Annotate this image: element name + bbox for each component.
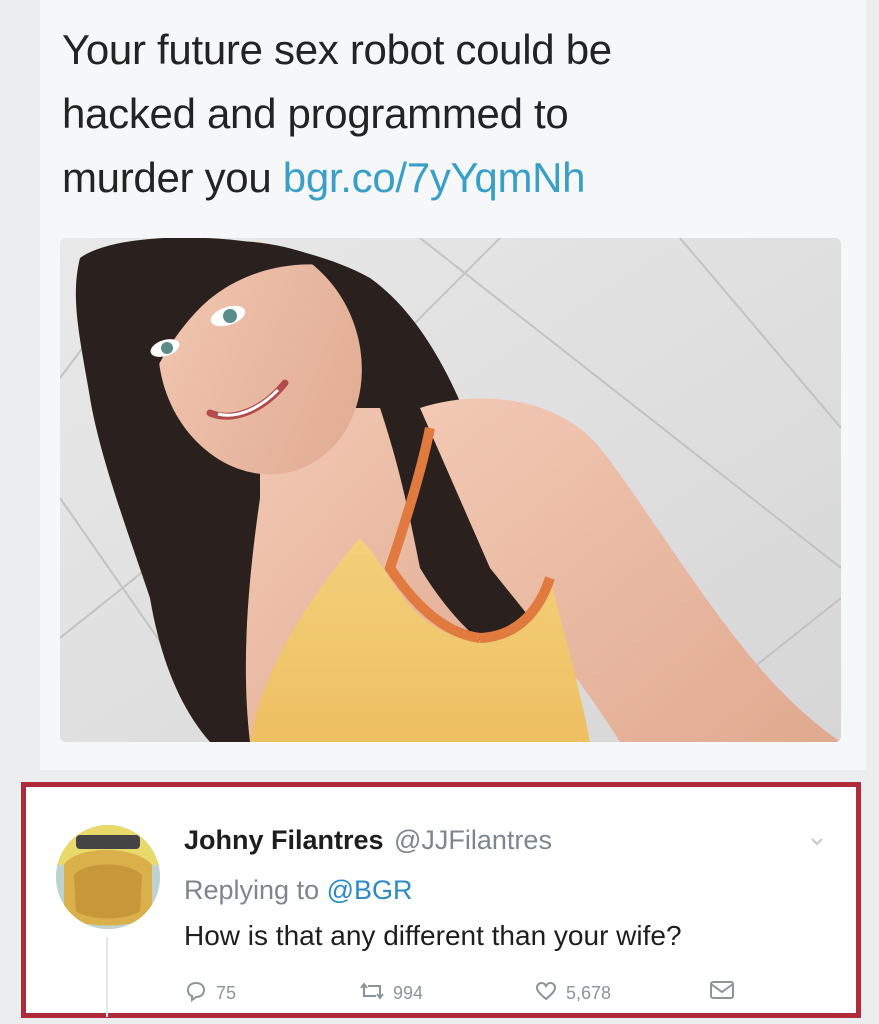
tweet-link[interactable]: bgr.co/7yYqmNh bbox=[283, 154, 586, 201]
reply-button[interactable]: 75 bbox=[184, 979, 236, 1008]
author-name[interactable]: Johny Filantres bbox=[184, 825, 384, 855]
like-icon bbox=[534, 979, 566, 1008]
message-icon bbox=[709, 979, 743, 1006]
direct-message-button[interactable] bbox=[709, 979, 743, 1006]
chevron-down-icon[interactable] bbox=[810, 835, 824, 849]
tweet-text-line3: murder you bgr.co/7yYqmNh bbox=[62, 146, 842, 210]
tweet-media-photo[interactable] bbox=[60, 238, 841, 742]
action-bar: 75 994 5,678 bbox=[184, 979, 784, 1009]
tweet-text: Your future sex robot could be hacked an… bbox=[62, 18, 842, 210]
reply-header: Johny Filantres @JJFilantres bbox=[184, 825, 552, 856]
retweet-count: 994 bbox=[393, 983, 424, 1003]
reply-tweet-card[interactable]: Johny Filantres @JJFilantres Replying to… bbox=[21, 782, 861, 1018]
tweet-text-line3-prefix: murder you bbox=[62, 154, 272, 201]
reply-text: How is that any different than your wife… bbox=[184, 920, 682, 951]
reply-icon bbox=[184, 979, 216, 1008]
reply-count: 75 bbox=[216, 983, 237, 1003]
avatar[interactable] bbox=[56, 825, 160, 929]
author-handle[interactable]: @JJFilantres bbox=[394, 825, 552, 855]
replying-prefix: Replying to bbox=[184, 875, 320, 905]
tweet-text-line2: hacked and programmed to bbox=[62, 90, 569, 137]
like-button[interactable]: 5,678 bbox=[534, 979, 611, 1008]
replying-mention[interactable]: @BGR bbox=[327, 875, 413, 905]
like-count: 5,678 bbox=[566, 983, 612, 1003]
retweet-button[interactable]: 994 bbox=[359, 979, 423, 1008]
replying-to: Replying to @BGR bbox=[184, 875, 413, 906]
tweet-card: Your future sex robot could be hacked an… bbox=[40, 0, 866, 770]
thread-line bbox=[106, 937, 108, 1017]
tweet-text-line1: Your future sex robot could be bbox=[62, 26, 612, 73]
retweet-icon bbox=[359, 979, 393, 1008]
